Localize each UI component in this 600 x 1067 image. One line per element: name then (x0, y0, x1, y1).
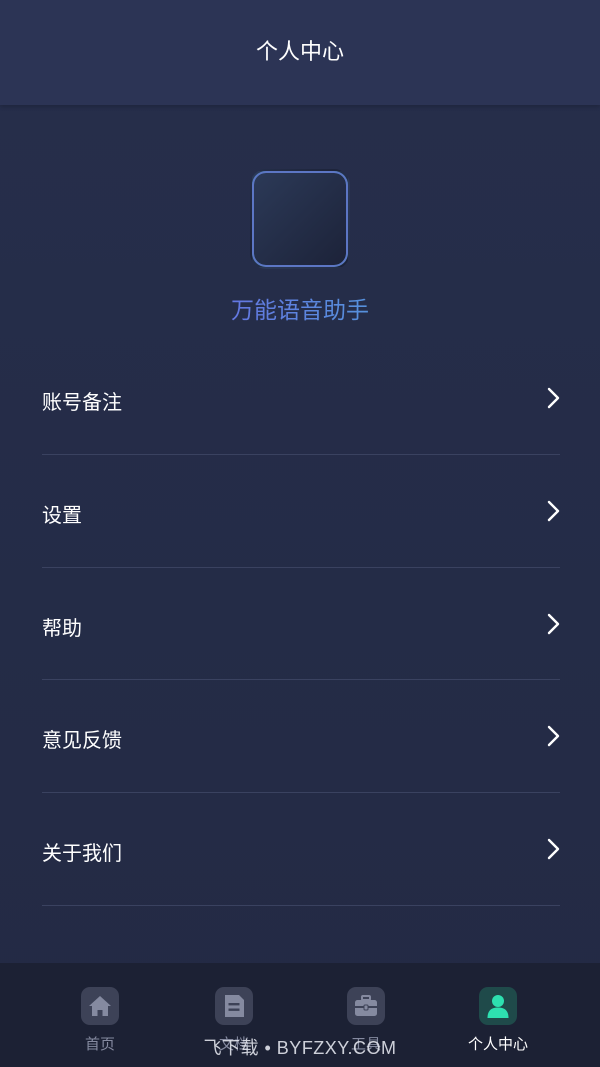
chevron-right-icon (547, 387, 560, 409)
chevron-right-icon (547, 613, 560, 634)
menu-item-label: 意见反馈 (42, 728, 122, 753)
menu-item-help[interactable]: 帮助 (42, 568, 560, 681)
menu-item-about-us[interactable]: 关于我们 (42, 793, 560, 906)
watermark: 飞下载 • BYFZXY.COM (203, 1038, 397, 1058)
user-icon (479, 987, 517, 1025)
menu-item-label: 帮助 (42, 615, 82, 640)
document-icon (215, 987, 253, 1025)
menu-item-feedback[interactable]: 意见反馈 (42, 680, 560, 793)
menu-item-label: 账号备注 (42, 390, 122, 414)
home-icon (81, 987, 119, 1025)
settings-menu: 账号备注 设置 帮助 意见反馈 关于我们 (42, 342, 560, 906)
menu-item-account-note[interactable]: 账号备注 (42, 342, 560, 455)
chevron-right-icon (547, 726, 560, 747)
sound-wave-icon (250, 169, 350, 269)
top-header: 个人中心 (0, 0, 600, 105)
app-name: 万能语音助手 (0, 291, 600, 325)
menu-item-settings[interactable]: 设置 (42, 455, 560, 568)
chevron-right-icon (547, 838, 560, 860)
menu-item-label: 设置 (42, 502, 82, 527)
toolbox-icon (347, 987, 385, 1025)
page-title: 个人中心 (255, 40, 344, 65)
chevron-right-icon (547, 500, 560, 521)
menu-item-label: 关于我们 (42, 841, 122, 865)
profile-screen: 个人中心 万能语音助手 账号备注 设置 帮助 意见反馈 关于我们 首页 文档 工… (0, 0, 600, 1067)
